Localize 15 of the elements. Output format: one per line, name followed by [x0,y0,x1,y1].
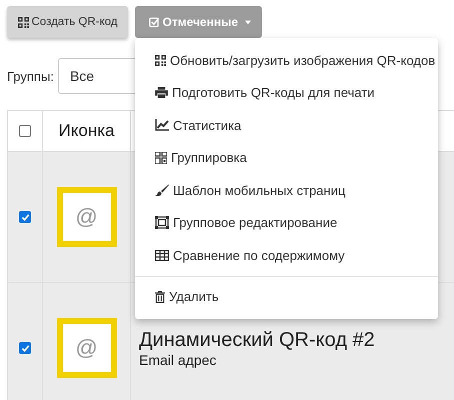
menu-item[interactable]: Статистика [135,109,438,142]
menu-item[interactable]: Группировка [135,142,438,174]
email-icon: @ [56,318,116,378]
qr-code-title: Динамический QR-код #2 [139,328,375,352]
menu-item[interactable]: Шаблон мобильных страниц [135,174,438,206]
email-icon: @ [56,187,116,247]
menu-item[interactable]: Удалить [135,280,438,313]
groups-label: Группы: [7,68,54,84]
qr-code-type: Email адрес [139,352,218,368]
menu-item[interactable]: Подготовить QR-коды для печати [135,76,438,109]
menu-item[interactable]: Сравнение по содержимому [135,239,438,272]
menu-item[interactable]: Групповое редактирование [135,206,438,239]
menu-item[interactable]: Обновить/загрузить изображения QR-кодов [135,44,438,76]
column-header: Иконка [58,121,114,141]
create-qr-button[interactable]: Создать QR-код [7,6,128,38]
